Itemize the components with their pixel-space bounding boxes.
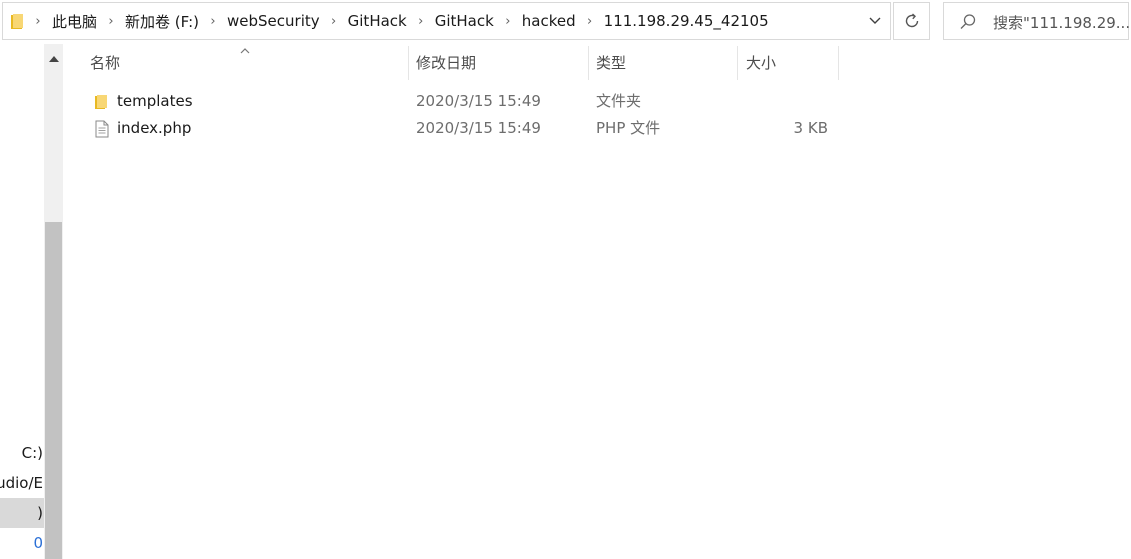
search-icon	[960, 14, 976, 29]
nav-item-drive-c[interactable]: C:)	[0, 438, 44, 468]
refresh-icon	[905, 13, 918, 28]
chevron-right-icon[interactable]: ›	[27, 14, 49, 29]
file-name[interactable]: index.php	[117, 115, 191, 142]
breadcrumb-item-current[interactable]: 111.198.29.45_42105	[601, 12, 772, 30]
address-history-dropdown[interactable]	[860, 3, 890, 39]
chevron-right-icon[interactable]: ›	[202, 14, 224, 29]
breadcrumb-item[interactable]: webSecurity	[224, 12, 323, 30]
nav-item[interactable]: 0	[0, 528, 44, 558]
file-icon	[95, 120, 109, 138]
column-header-date[interactable]: 修改日期	[404, 44, 584, 80]
file-size: 3 KB	[793, 119, 828, 137]
address-row: › 此电脑 › 新加卷 (F:) › webSecurity › GitHack…	[0, 0, 1131, 44]
breadcrumb-item[interactable]: hacked	[519, 12, 579, 30]
file-type: PHP 文件	[596, 119, 661, 137]
search-placeholder: 搜索"111.198.29....	[993, 14, 1131, 32]
breadcrumb-item[interactable]: GitHack	[345, 12, 410, 30]
file-name[interactable]: templates	[117, 88, 193, 115]
file-type: 文件夹	[596, 92, 642, 110]
file-date: 2020/3/15 15:49	[416, 92, 541, 110]
breadcrumb-item[interactable]: 新加卷 (F:)	[122, 11, 202, 32]
column-header-size[interactable]: 大小	[734, 44, 834, 80]
chevron-right-icon[interactable]: ›	[100, 14, 122, 29]
navigation-pane: C:) udio/E ) 0	[0, 44, 44, 559]
file-row[interactable]: templates 2020/3/15 15:49 文件夹	[88, 88, 848, 115]
breadcrumb: › 此电脑 › 新加卷 (F:) › webSecurity › GitHack…	[27, 3, 772, 39]
breadcrumb-item[interactable]: 此电脑	[49, 11, 100, 32]
refresh-button[interactable]	[893, 2, 930, 40]
sort-ascending-icon	[240, 48, 250, 54]
chevron-up-icon	[48, 55, 59, 62]
breadcrumb-item[interactable]: GitHack	[432, 12, 497, 30]
file-row[interactable]: index.php 2020/3/15 15:49 PHP 文件 3 KB	[88, 115, 848, 142]
folder-icon	[11, 14, 23, 29]
column-divider[interactable]	[838, 46, 839, 80]
scroll-thumb[interactable]	[45, 222, 62, 559]
chevron-right-icon[interactable]: ›	[323, 14, 345, 29]
chevron-right-icon[interactable]: ›	[497, 14, 519, 29]
nav-item[interactable]: udio/E	[0, 468, 44, 498]
file-date: 2020/3/15 15:49	[416, 119, 541, 137]
folder-icon	[95, 95, 107, 109]
nav-scrollbar[interactable]	[44, 44, 63, 559]
chevron-right-icon[interactable]: ›	[579, 14, 601, 29]
search-input[interactable]: 搜索"111.198.29....	[943, 2, 1131, 40]
chevron-right-icon[interactable]: ›	[410, 14, 432, 29]
address-bar[interactable]: › 此电脑 › 新加卷 (F:) › webSecurity › GitHack…	[2, 2, 891, 40]
column-header-type[interactable]: 类型	[584, 44, 734, 80]
scroll-up-button[interactable]	[44, 44, 63, 72]
nav-item-selected[interactable]: )	[0, 498, 44, 528]
chevron-down-icon	[869, 17, 881, 24]
